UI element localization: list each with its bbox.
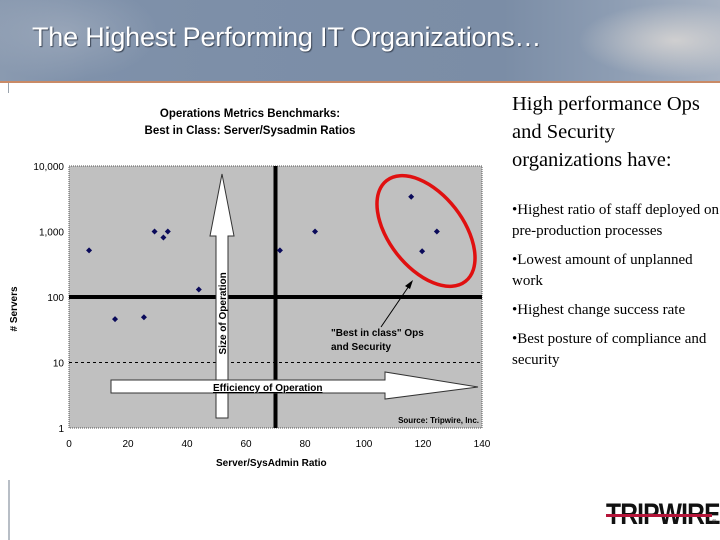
chart-title: Operations Metrics Benchmarks: (160, 108, 340, 120)
chart-svg: Operations Metrics Benchmarks: Best in C… (9, 108, 491, 469)
y-tick-label: 100 (47, 293, 64, 304)
x-tick-label: 100 (356, 439, 373, 450)
x-axis-label: Server/SysAdmin Ratio (216, 458, 327, 469)
y-axis-label: # Servers (9, 286, 20, 331)
x-tick-label: 120 (415, 439, 432, 450)
y-tick-label: 10,000 (33, 162, 64, 173)
logo-trademark: ® (712, 520, 717, 526)
best-in-class-label-1: "Best in class" Ops (331, 328, 424, 339)
y-tick-label: 10 (53, 359, 65, 370)
right-panel: High performance Ops and Security organi… (512, 90, 720, 379)
logo-accent-line (606, 514, 712, 517)
x-tick-label: 0 (66, 439, 72, 450)
bullet-item: •Highest change success rate (512, 302, 686, 318)
bullet-item: •Lowest amount of unplanned work (512, 252, 693, 289)
left-margin-bar (8, 480, 10, 540)
header-rule (0, 81, 720, 83)
y-tick-label: 1 (58, 424, 64, 435)
x-tick-label: 80 (299, 439, 311, 450)
x-tick-label: 140 (474, 439, 491, 450)
y-tick-label: 1,000 (39, 228, 64, 239)
lead-text: High performance Ops and Security organi… (512, 93, 700, 171)
chart-subtitle: Best in Class: Server/Sysadmin Ratios (145, 125, 356, 137)
bullet-item: •Highest ratio of staff deployed on pre-… (512, 202, 720, 239)
header-photo-right (570, 0, 720, 81)
size-arrow-label: Size of Operation (218, 272, 229, 354)
x-tick-label: 40 (181, 439, 193, 450)
x-tick-label: 20 (122, 439, 134, 450)
scatter-chart: Operations Metrics Benchmarks: Best in C… (0, 95, 500, 475)
left-margin-tick (8, 83, 9, 93)
x-tick-label: 60 (240, 439, 252, 450)
best-in-class-label-2: and Security (331, 342, 391, 353)
bullet-item: •Best posture of compliance and security (512, 331, 707, 368)
plot-layer: 1 10 100 1,000 10,000 0 20 40 60 80 100 120 140 Size … (33, 162, 491, 450)
slide-title: The Highest Performing IT Organizations… (32, 22, 542, 52)
source-label: Source: Tripwire, Inc. (398, 416, 479, 425)
bullet-list: •Highest ratio of staff deployed on pre-… (512, 200, 720, 371)
efficiency-arrow-label: Efficiency of Operation (213, 383, 322, 394)
